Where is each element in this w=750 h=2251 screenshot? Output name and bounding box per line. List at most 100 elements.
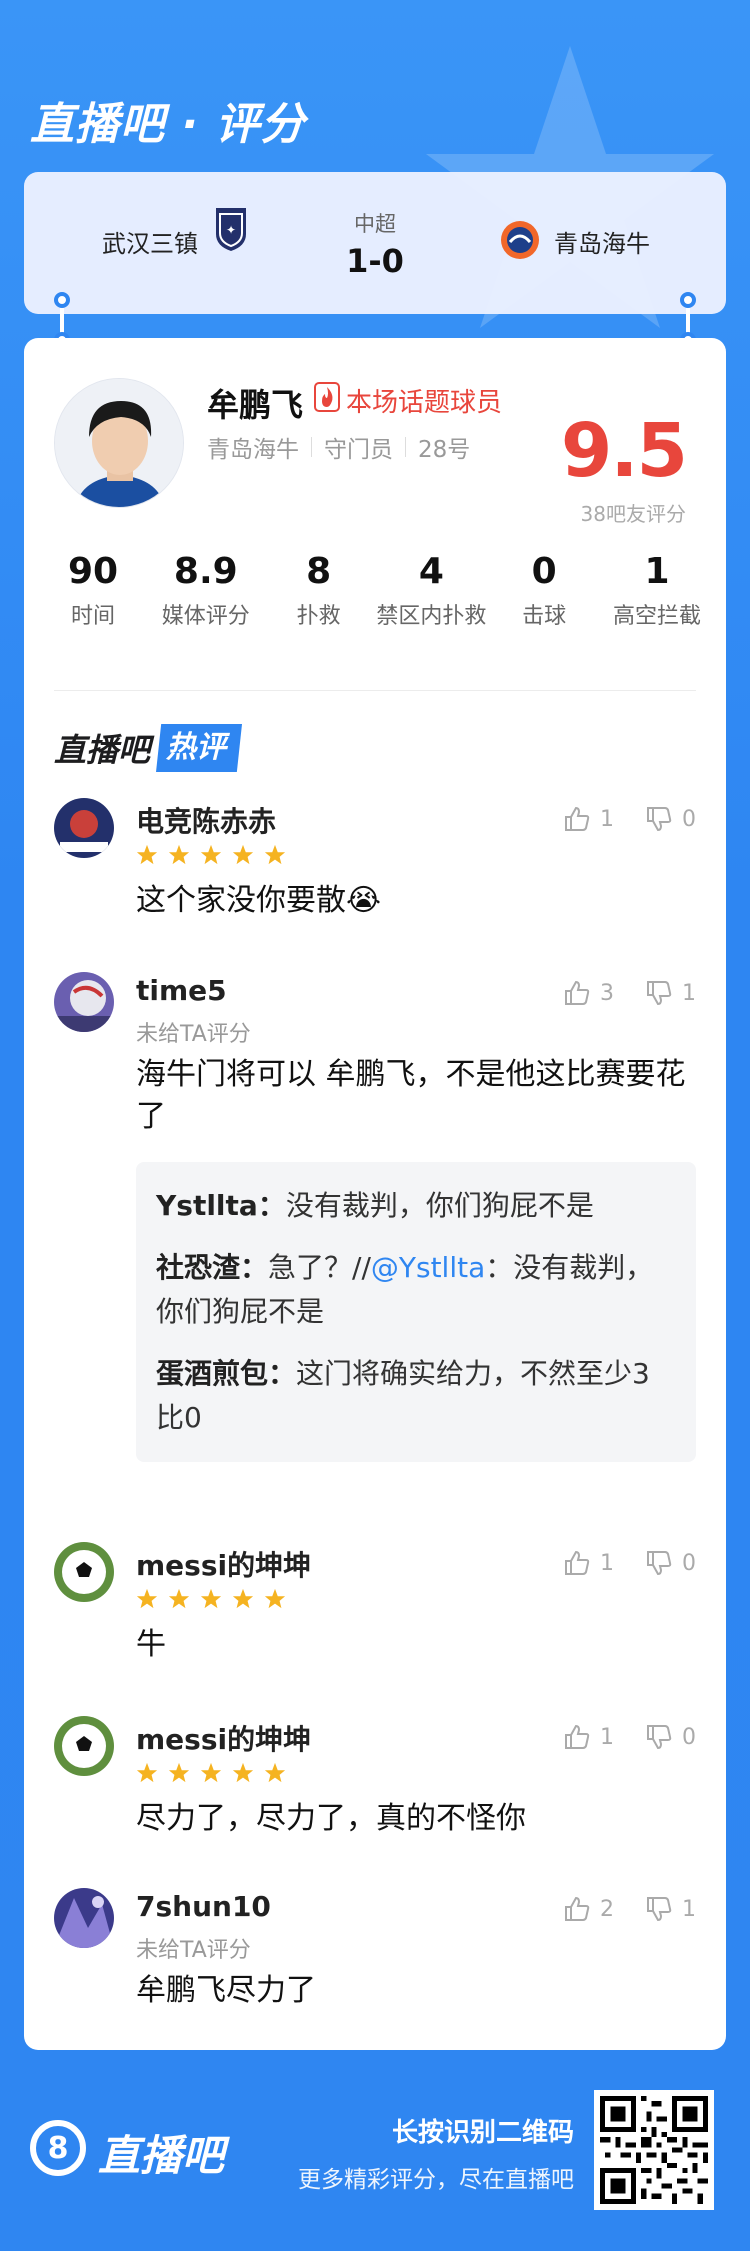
commenter-name: time5 — [136, 974, 227, 1007]
stat-item: 1 高空拦截 — [602, 548, 712, 632]
like-button[interactable]: 3 — [562, 978, 614, 1008]
comment-actions: 3 1 — [562, 978, 696, 1008]
reply-thread: Ystllta：没有裁判，你们狗屁不是 社恐渣：急了？//@Ystllta：没有… — [136, 1162, 696, 1462]
reply-item: 蛋酒煎包：这门将确实给力，不然至少3比0 — [156, 1352, 676, 1440]
comment-item: messi的坤坤 1 0 尽力了，尽力了，真的不怪你 — [54, 1716, 696, 1846]
match-card: 武汉三镇 ✦ 中超 1-0 青岛海牛 — [24, 172, 726, 314]
star-icon — [168, 1762, 190, 1783]
star-icon — [264, 1588, 286, 1609]
like-count: 1 — [600, 1724, 614, 1750]
player-avatar — [54, 378, 184, 508]
star-icon — [168, 844, 190, 865]
footer-brand-name: 直播吧 — [98, 2131, 225, 2180]
reply-item: 社恐渣：急了？//@Ystllta：没有裁判，你们狗屁不是 — [156, 1246, 676, 1334]
thumbs-up-icon — [565, 806, 590, 831]
player-meta: 青岛海牛 守门员 28号 — [207, 430, 470, 464]
stat-item: 8 扑救 — [264, 548, 374, 632]
stat-item: 8.9 媒体评分 — [151, 548, 261, 632]
commenter-avatar — [54, 1716, 114, 1776]
qr-code[interactable] — [594, 2090, 714, 2210]
stat-label: 击球 — [522, 604, 567, 629]
reply-mention-link[interactable]: @Ystllta — [371, 1251, 485, 1284]
like-count: 1 — [600, 1550, 614, 1576]
comment-text: 尽力了，尽力了，真的不怪你 — [136, 1801, 526, 1836]
commenter-name: messi的坤坤 — [136, 1723, 312, 1756]
like-count: 3 — [600, 980, 614, 1006]
away-team-badge-icon — [501, 221, 539, 259]
stat-label: 媒体评分 — [161, 604, 250, 629]
flame-icon — [314, 382, 340, 412]
thumbs-down-icon — [647, 1725, 672, 1750]
unrated-label: 未给TA评分 — [136, 1022, 251, 1047]
brand-logo-icon: 8 — [30, 2120, 86, 2176]
like-button[interactable]: 1 — [562, 1548, 614, 1578]
like-count: 2 — [600, 1896, 614, 1922]
dislike-count: 0 — [682, 806, 696, 832]
player-position: 守门员 — [324, 437, 393, 463]
thumbs-down-icon — [647, 981, 672, 1006]
comment-text: 海牛门将可以 牟鹏飞，不是他这比赛要花了 — [136, 1057, 686, 1134]
reply-prefix: 急了？// — [268, 1251, 371, 1284]
stat-label: 扑救 — [296, 604, 341, 629]
stat-value: 8.9 — [173, 551, 238, 592]
qr-hint-subtitle: 更多精彩评分，尽在直播吧 — [298, 2167, 574, 2193]
star-icon — [232, 1588, 254, 1609]
comment-item: time5 未给TA评分 3 1 海牛门将可以 牟鹏飞，不是他这比赛要花了 Ys… — [54, 972, 696, 1512]
dislike-count: 1 — [682, 980, 696, 1006]
fan-rating-label: 38吧友评分 — [580, 502, 686, 526]
comment-actions: 1 0 — [562, 804, 696, 834]
star-rating — [136, 1588, 286, 1610]
commenter-name: messi的坤坤 — [136, 1549, 312, 1582]
unrated-label: 未给TA评分 — [136, 1938, 251, 1963]
dislike-button[interactable]: 0 — [644, 1548, 696, 1578]
commenter-avatar — [54, 798, 114, 858]
star-icon — [136, 844, 158, 865]
page-title: 直播吧 · 评分 — [30, 99, 306, 150]
star-icon — [200, 844, 222, 865]
like-button[interactable]: 2 — [562, 1894, 614, 1924]
star-icon — [200, 1762, 222, 1783]
thumbs-down-icon — [647, 1897, 672, 1922]
thumbs-up-icon — [565, 980, 590, 1005]
dislike-button[interactable]: 1 — [644, 978, 696, 1008]
stat-value: 4 — [418, 551, 444, 592]
comment-text: 牛 — [136, 1627, 166, 1662]
star-icon — [232, 1762, 254, 1783]
commenter-name: 7shun10 — [136, 1890, 271, 1923]
thumbs-down-icon — [647, 807, 672, 832]
thumbs-up-icon — [565, 1896, 590, 1921]
dislike-count: 1 — [682, 1896, 696, 1922]
like-count: 1 — [600, 806, 614, 832]
star-icon — [136, 1762, 158, 1783]
comment-text: 牟鹏飞尽力了 — [136, 1973, 316, 2008]
comment-text: 这个家没你要散😭 — [136, 883, 382, 918]
stat-item: 90 时间 — [38, 548, 148, 632]
hot-comments-heading: 直播吧 热评 — [54, 722, 243, 774]
dislike-button[interactable]: 0 — [644, 1722, 696, 1752]
thumbs-up-icon — [565, 1724, 590, 1749]
star-icon — [200, 1588, 222, 1609]
stat-value: 1 — [644, 551, 670, 592]
dislike-button[interactable]: 0 — [644, 804, 696, 834]
dislike-count: 0 — [682, 1550, 696, 1576]
section-divider — [54, 690, 696, 691]
reply-item: Ystllta：没有裁判，你们狗屁不是 — [156, 1184, 676, 1228]
reply-author: Ystllta： — [156, 1189, 286, 1222]
like-button[interactable]: 1 — [562, 1722, 614, 1752]
commenter-name: 电竞陈赤赤 — [136, 805, 277, 838]
meta-divider — [405, 437, 406, 457]
commenter-avatar — [54, 972, 114, 1032]
section-title-brand: 直播吧 — [54, 731, 151, 769]
commenter-avatar — [54, 1542, 114, 1602]
like-button[interactable]: 1 — [562, 804, 614, 834]
star-icon — [264, 844, 286, 865]
qr-hint-title: 长按识别二维码 — [391, 2118, 574, 2148]
reply-author: 社恐渣： — [156, 1251, 269, 1284]
reply-text: 没有裁判，你们狗屁不是 — [285, 1189, 594, 1222]
star-rating — [136, 1762, 286, 1784]
player-stats: 90 时间 8.9 媒体评分 8 扑救 4 禁区内扑救 0 击球 1 高空拦截 — [38, 548, 712, 632]
stat-value: 90 — [67, 551, 119, 592]
rating-card: 牟鹏飞 本场话题球员 青岛海牛 守门员 28号 9.5 38吧友评分 90 时间 … — [24, 338, 726, 2050]
reply-author: 蛋酒煎包： — [156, 1357, 297, 1390]
dislike-button[interactable]: 1 — [644, 1894, 696, 1924]
